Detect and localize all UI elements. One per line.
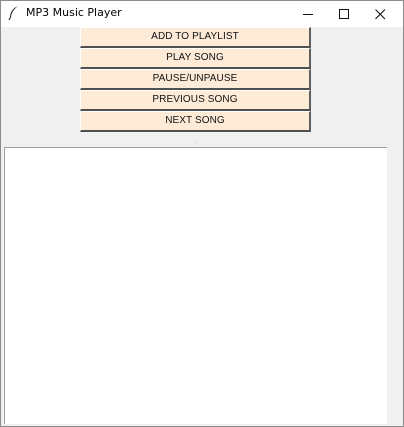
- control-button-panel: ADD TO PLAYLIST PLAY SONG PAUSE/UNPAUSE …: [80, 27, 311, 132]
- window-title: MP3 Music Player: [26, 6, 122, 19]
- title-bar[interactable]: MP3 Music Player: [1, 1, 403, 27]
- next-song-button[interactable]: NEXT SONG: [80, 111, 311, 132]
- minimize-button[interactable]: [290, 1, 326, 27]
- playlist-listbox[interactable]: [4, 147, 387, 424]
- divider-mark: [195, 141, 197, 145]
- window-right-margin: [387, 147, 403, 424]
- app-window: MP3 Music Player ADD TO PLAYLIST PLAY SO…: [0, 0, 404, 427]
- feather-icon: [7, 5, 21, 21]
- add-to-playlist-button[interactable]: ADD TO PLAYLIST: [80, 27, 311, 48]
- close-button[interactable]: [362, 1, 398, 27]
- previous-song-button[interactable]: PREVIOUS SONG: [80, 90, 311, 111]
- minimize-icon: [303, 14, 313, 15]
- pause-unpause-button[interactable]: PAUSE/UNPAUSE: [80, 69, 311, 90]
- close-icon: [375, 9, 386, 20]
- maximize-icon: [339, 9, 349, 19]
- play-song-button[interactable]: PLAY SONG: [80, 48, 311, 69]
- maximize-button[interactable]: [326, 1, 362, 27]
